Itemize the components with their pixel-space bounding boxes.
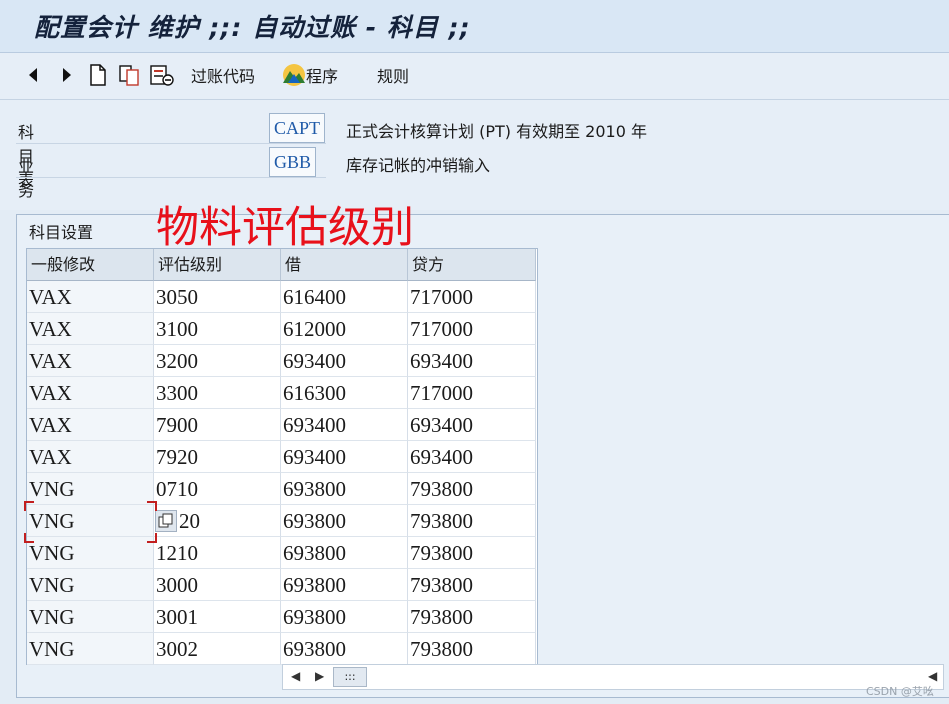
table-cell: VAX: [27, 409, 154, 441]
focus-bracket: [147, 533, 157, 543]
copy-icon: [119, 65, 139, 86]
table-cell[interactable]: 717000: [408, 377, 536, 409]
table-cell[interactable]: 693800: [281, 473, 408, 505]
new-entries-button[interactable]: [88, 63, 108, 87]
column-header[interactable]: 评估级别: [154, 249, 281, 281]
focus-bracket: [24, 501, 34, 511]
horizontal-scrollbar[interactable]: ◀ ▶ ::: ◀: [282, 664, 944, 690]
table-cell[interactable]: 693400: [408, 441, 536, 473]
table-cell: VAX: [27, 345, 154, 377]
table-cell[interactable]: 693400: [281, 441, 408, 473]
table-cell[interactable]: 612000: [281, 313, 408, 345]
table-cell[interactable]: 693400: [281, 409, 408, 441]
table-cell: VNG: [27, 505, 154, 537]
column-header[interactable]: 借: [281, 249, 408, 281]
copy-icon[interactable]: [155, 510, 177, 532]
table-cell[interactable]: 693800: [281, 601, 408, 633]
posting-key-button[interactable]: 过账代码: [191, 63, 255, 87]
application-toolbar: 过账代码 程序 规则: [0, 53, 949, 100]
table-cell: 3002: [154, 633, 281, 665]
copy-as-button[interactable]: [118, 63, 142, 87]
rules-label: 规则: [377, 67, 410, 86]
table-cell[interactable]: 693800: [281, 537, 408, 569]
table-cell: VNG: [27, 633, 154, 665]
arrow-right-icon: [63, 68, 71, 82]
table-cell: VAX: [27, 313, 154, 345]
delete-list-icon: [150, 65, 174, 86]
focus-bracket: [147, 501, 157, 511]
table-cell[interactable]: 793800: [408, 569, 536, 601]
table-cell[interactable]: 693400: [281, 345, 408, 377]
table-cell: 0710: [154, 473, 281, 505]
table-cell: 7920: [154, 441, 281, 473]
table-cell: 3200: [154, 345, 281, 377]
watermark: CSDN @艾吆: [866, 685, 934, 698]
table-cell[interactable]: 693800: [281, 505, 408, 537]
table-cell: 3100: [154, 313, 281, 345]
table-cell: VAX: [27, 281, 154, 313]
table-cell: VAX: [27, 377, 154, 409]
procedures-label: 程序: [306, 67, 339, 86]
account-determination-table: 一般修改 评估级别借贷方 VAX 3050 616400 717000 VAX 3100 612…: [24, 248, 538, 665]
chart-of-accounts-field[interactable]: CAPT: [269, 113, 326, 143]
delete-button[interactable]: [149, 63, 175, 87]
table-cell[interactable]: 693400: [408, 409, 536, 441]
table-cell[interactable]: 793800: [408, 473, 536, 505]
window-title: 配置会计 维护 ;;: 自动过账 - 科目 ;;: [34, 13, 471, 42]
column-header[interactable]: 一般修改: [27, 249, 154, 281]
transaction-description: 库存记帐的冲销输入: [346, 156, 491, 175]
table-cell: VNG: [27, 537, 154, 569]
table-cell[interactable]: 793800: [408, 505, 536, 537]
table-cell: VNG: [27, 569, 154, 601]
table-cell: 3001: [154, 601, 281, 633]
scroll-right-icon[interactable]: ▶: [315, 669, 324, 683]
table-cell: 3000: [154, 569, 281, 601]
table-cell[interactable]: 616300: [281, 377, 408, 409]
group-title: 科目设置: [29, 223, 94, 242]
transaction-field[interactable]: GBB: [269, 147, 317, 177]
red-annotation-text: 物料评估级别: [156, 203, 414, 253]
previous-button[interactable]: [26, 63, 40, 87]
focus-bracket: [24, 533, 34, 543]
scroll-left-icon[interactable]: ◀: [291, 669, 300, 683]
column-header[interactable]: 贷方: [408, 249, 536, 281]
table-cell: VNG: [27, 601, 154, 633]
posting-key-label: 过账代码: [191, 67, 256, 86]
next-button[interactable]: [60, 63, 74, 87]
table-cell[interactable]: 693800: [281, 569, 408, 601]
rules-button[interactable]: 规则: [377, 63, 409, 87]
title-bar: 配置会计 维护 ;;: 自动过账 - 科目 ;;: [0, 0, 949, 53]
table-cell: 3050: [154, 281, 281, 313]
table-cell: 3300: [154, 377, 281, 409]
scrollbar-thumb[interactable]: :::: [333, 667, 367, 687]
field-divider: [16, 177, 326, 178]
table-cell: VAX: [27, 441, 154, 473]
new-document-icon: [90, 64, 106, 86]
table-cell: VNG: [27, 473, 154, 505]
table-cell[interactable]: 616400: [281, 281, 408, 313]
table-cell: 7900: [154, 409, 281, 441]
table-cell[interactable]: 793800: [408, 633, 536, 665]
field-divider: [16, 143, 326, 144]
procedures-button[interactable]: 程序: [282, 63, 338, 87]
chart-of-accounts-description: 正式会计核算计划 (PT) 有效期至 2010 年: [346, 122, 647, 141]
table-cell[interactable]: 717000: [408, 281, 536, 313]
arrow-left-icon: [29, 68, 37, 82]
table-cell[interactable]: 793800: [408, 601, 536, 633]
table-cell[interactable]: 793800: [408, 537, 536, 569]
header-fields: 科目表 CAPT 正式会计核算计划 (PT) 有效期至 2010 年 业务 GB…: [0, 100, 949, 210]
table-cell[interactable]: 717000: [408, 313, 536, 345]
table-cell[interactable]: 693800: [281, 633, 408, 665]
scroll-left-end-icon[interactable]: ◀: [928, 669, 937, 683]
table-cell[interactable]: 693400: [408, 345, 536, 377]
mountain-landscape-icon: [283, 64, 305, 86]
table-cell: 1210: [154, 537, 281, 569]
